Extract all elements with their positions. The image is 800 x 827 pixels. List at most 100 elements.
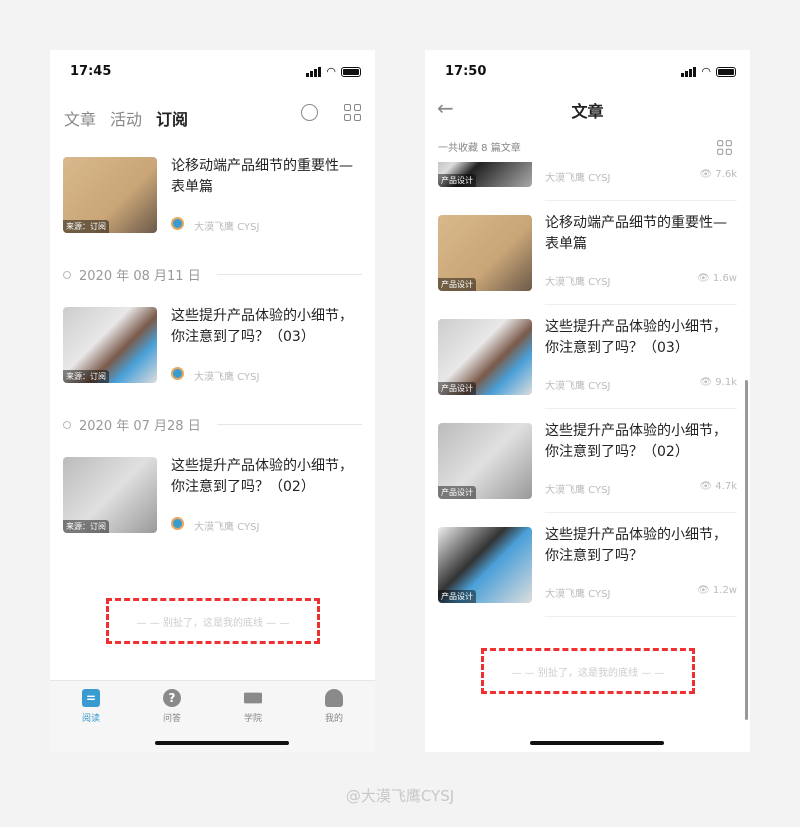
view-count: 👁 4.7k [699,481,737,492]
category-tag: 产品设计 [438,590,476,603]
article-thumbnail[interactable]: 来源：订阅 [63,157,157,233]
article-item[interactable]: 产品设计 这些提升产品体验的小细节，你注意到了吗？（02） 大漠飞鹰 CYSJ … [425,409,750,513]
tabbar-academy[interactable]: 学院 [223,689,283,724]
author-name: 大漠飞鹰 CYSJ [194,522,260,533]
author-name: 大漠飞鹰 CYSJ [545,173,611,184]
bottom-line-text: — — 别扯了，这是我的底线 — — [136,617,290,629]
tabbar-label: 我的 [324,714,343,724]
wifi-icon: ◠ [701,65,711,78]
category-tag: 产品设计 [438,174,476,187]
view-count-value: 9.1k [715,377,737,388]
view-count: 👁 1.2w [697,585,737,596]
article-title[interactable]: 这些提升产品体验的小细节，你注意到了吗？（03） [545,317,735,359]
tab-subscriptions[interactable]: 订阅 [156,106,188,130]
article-item[interactable]: 产品设计 节，你注意到了吗？（04） 大漠飞鹰 CYSJ 👁 7.6k [425,162,750,201]
article-title[interactable]: 这些提升产品体验的小细节，你注意到了吗？（02） [545,421,735,463]
bottom-tab-bar: = 阅读 ? 问答 学院 我的 [50,680,375,752]
bottom-line-text: — — 别扯了，这是我的底线 — — [511,667,665,679]
date-label: 2020 年 07 月28 日 [79,419,201,434]
grid-icon[interactable] [717,140,732,155]
author-name: 大漠飞鹰 CYSJ [545,277,611,288]
tabbar-label: 学院 [243,714,262,724]
eye-icon: 👁 [699,481,713,492]
top-tabs: 文章 活动 订阅 [64,106,188,130]
article-thumbnail[interactable]: 来源：订阅 [63,457,157,533]
view-count: 👁 7.6k [699,169,737,180]
view-count-value: 7.6k [715,169,737,180]
view-count: 👁 1.6w [697,273,737,284]
author-name: 大漠飞鹰 CYSJ [545,381,611,392]
category-tag: 产品设计 [438,278,476,291]
date-label: 2020 年 08 月11 日 [79,269,201,284]
date-divider: 2020 年 07 月28 日 [63,415,362,434]
author-name: 大漠飞鹰 CYSJ [194,222,260,233]
left-phone-screen: 17:45 ◠ 文章 活动 订阅 来源：订阅 论移动端产品细节的重要性—表单篇 … [50,50,375,752]
tabbar-profile[interactable]: 我的 [304,689,364,724]
profile-icon [325,689,343,707]
eye-icon: 👁 [699,169,713,180]
wifi-icon: ◠ [326,65,336,78]
article-title[interactable]: 这些提升产品体验的小细节，你注意到了吗？ [545,525,735,567]
article-item[interactable]: 产品设计 这些提升产品体验的小细节，你注意到了吗？（03） 大漠飞鹰 CYSJ … [425,305,750,409]
author-avatar [171,517,184,530]
view-count-value: 1.2w [712,585,737,596]
article-thumbnail[interactable]: 产品设计 [438,319,532,395]
question-icon: ? [163,689,181,707]
article-thumbnail[interactable]: 产品设计 [438,162,532,187]
status-time: 17:50 [445,64,487,79]
eye-icon: 👁 [697,585,710,596]
article-thumbnail[interactable]: 产品设计 [438,527,532,603]
search-icon[interactable] [301,104,318,121]
article-item[interactable]: 产品设计 论移动端产品细节的重要性—表单篇 大漠飞鹰 CYSJ 👁 1.6w [425,201,750,305]
view-count: 👁 9.1k [699,377,737,388]
tabbar-label: 阅读 [81,714,100,724]
signal-icon [306,66,322,77]
grid-icon[interactable] [344,104,361,121]
author-name: 大漠飞鹰 CYSJ [545,485,611,496]
article-title[interactable]: 这些提升产品体验的小细节，你注意到了吗？（03） [171,306,361,348]
source-tag: 来源：订阅 [63,220,109,233]
article-item[interactable]: 产品设计 这些提升产品体验的小细节，你注意到了吗？ 大漠飞鹰 CYSJ 👁 1.… [425,513,750,617]
right-phone-screen: 17:50 ◠ ← 文章 一共收藏 8 篇文章 产品设计 节，你注意到了吗？（0… [425,50,750,752]
favorites-summary: 一共收藏 8 篇文章 [438,143,521,154]
battery-icon [716,66,736,77]
date-divider: 2020 年 08 月11 日 [63,265,362,284]
category-tag: 产品设计 [438,382,476,395]
status-time: 17:45 [70,64,112,79]
article-thumbnail[interactable]: 来源：订阅 [63,307,157,383]
eye-icon: 👁 [699,377,713,388]
tabbar-qa[interactable]: ? 问答 [142,689,202,724]
tabbar-reading[interactable]: = 阅读 [61,689,121,724]
home-indicator [155,741,289,745]
divider [545,616,737,617]
article-thumbnail[interactable]: 产品设计 [438,215,532,291]
tabbar-label: 问答 [162,714,181,724]
watermark: @大漠飞鹰CYSJ [345,787,455,805]
tab-articles[interactable]: 文章 [64,106,96,130]
article-title[interactable]: 论移动端产品细节的重要性—表单篇 [171,156,361,198]
eye-icon: 👁 [697,273,710,284]
status-icons: ◠ [681,65,736,78]
reading-icon: = [82,689,100,707]
signal-icon [681,66,697,77]
author-avatar [171,217,184,230]
author-avatar [171,367,184,380]
academy-icon [244,692,262,704]
page-title: 文章 [571,102,604,121]
bottom-line-highlight: — — 别扯了，这是我的底线 — — [481,648,695,694]
author-name: 大漠飞鹰 CYSJ [194,372,260,383]
category-tag: 产品设计 [438,486,476,499]
bottom-line-highlight: — — 别扯了，这是我的底线 — — [106,598,320,644]
article-thumbnail[interactable]: 产品设计 [438,423,532,499]
scrollbar[interactable] [745,380,748,720]
source-tag: 来源：订阅 [63,370,109,383]
view-count-value: 4.7k [715,481,737,492]
tab-activities[interactable]: 活动 [110,106,142,130]
article-title[interactable]: 这些提升产品体验的小细节，你注意到了吗？（02） [171,456,361,498]
view-count-value: 1.6w [712,273,737,284]
status-icons: ◠ [306,65,361,78]
home-indicator [530,741,664,745]
author-name: 大漠飞鹰 CYSJ [545,589,611,600]
article-title[interactable]: 论移动端产品细节的重要性—表单篇 [545,213,735,255]
battery-icon [341,66,361,77]
